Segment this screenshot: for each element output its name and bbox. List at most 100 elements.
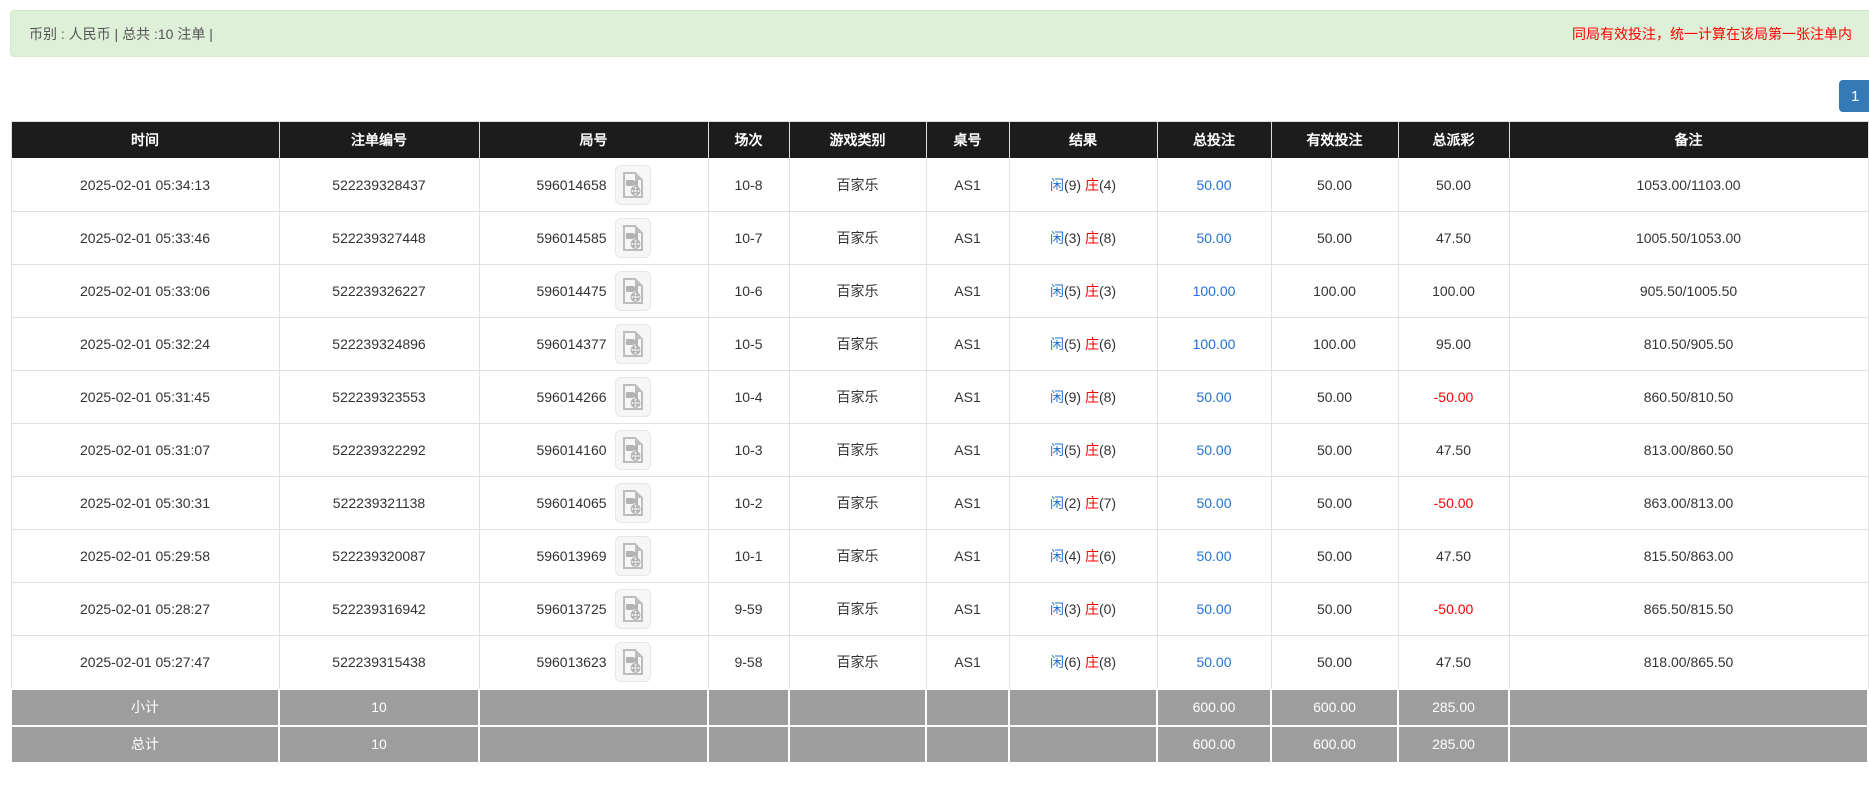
total-bet-amount[interactable]: 50.00	[1196, 495, 1231, 511]
pagination: 1	[1839, 80, 1869, 112]
empty-cell	[926, 689, 1009, 726]
total-bet-amount[interactable]: 50.00	[1196, 389, 1231, 405]
result-banker-label: 庄	[1085, 442, 1099, 458]
empty-cell	[1009, 726, 1157, 763]
bet-id-cell: 522239323553	[279, 371, 479, 424]
result-banker-score: (0)	[1099, 601, 1116, 617]
total-bet-amount[interactable]: 50.00	[1196, 177, 1231, 193]
payout-cell: 47.50	[1398, 636, 1509, 689]
result-cell: 闲(2) 庄(7)	[1009, 477, 1157, 530]
result-player-score: (3)	[1064, 601, 1085, 617]
round-id-group: 596014160	[536, 430, 650, 470]
video-icon	[621, 648, 645, 676]
bet-id-cell: 522239327448	[279, 212, 479, 265]
payout-cell: 47.50	[1398, 424, 1509, 477]
round-cell-4: 596014266	[479, 371, 708, 424]
round-cell-9: 596013623	[479, 636, 708, 689]
round-video-button[interactable]	[615, 642, 651, 682]
result-player-label: 闲	[1050, 336, 1064, 352]
column-header-5: 桌号	[926, 122, 1009, 159]
total-bet-amount[interactable]: 100.00	[1193, 336, 1236, 352]
game-type-cell: 百家乐	[789, 424, 926, 477]
total-bet-cell: 50.00	[1157, 212, 1271, 265]
column-header-6: 结果	[1009, 122, 1157, 159]
bet-id-cell: 522239324896	[279, 318, 479, 371]
game-type-cell: 百家乐	[789, 583, 926, 636]
round-id-group: 596013623	[536, 642, 650, 682]
session-cell: 10-2	[708, 477, 789, 530]
result-player-label: 闲	[1050, 442, 1064, 458]
result-player-label: 闲	[1050, 654, 1064, 670]
time-cell: 2025-02-01 05:33:46	[11, 212, 279, 265]
table-no-cell: AS1	[926, 424, 1009, 477]
grand-total-row: 总计10600.00600.00285.00	[11, 726, 1868, 763]
result-player-score: (2)	[1064, 495, 1085, 511]
bet-row: 2025-02-01 05:33:46522239327448596014585…	[11, 212, 1868, 265]
bet-row: 2025-02-01 05:34:13522239328437596014658…	[11, 159, 1868, 212]
valid-bet-cell: 50.00	[1271, 212, 1398, 265]
total-bet-amount[interactable]: 50.00	[1196, 442, 1231, 458]
round-video-button[interactable]	[615, 377, 651, 417]
valid-bet-sum-cell: 600.00	[1271, 689, 1398, 726]
round-video-button[interactable]	[615, 536, 651, 576]
total-bet-amount[interactable]: 50.00	[1196, 654, 1231, 670]
game-type-cell: 百家乐	[789, 477, 926, 530]
result-player-label: 闲	[1050, 495, 1064, 511]
result-banker-label: 庄	[1085, 548, 1099, 564]
round-video-button[interactable]	[615, 483, 651, 523]
total-bet-amount[interactable]: 50.00	[1196, 548, 1231, 564]
time-cell: 2025-02-01 05:28:27	[11, 583, 279, 636]
column-header-3: 场次	[708, 122, 789, 159]
round-video-button[interactable]	[615, 589, 651, 629]
remark-cell: 865.50/815.50	[1509, 583, 1868, 636]
payout-cell: 47.50	[1398, 212, 1509, 265]
empty-cell	[926, 726, 1009, 763]
round-cell-1: 596014585	[479, 212, 708, 265]
table-no-cell: AS1	[926, 265, 1009, 318]
payout-amount: 47.50	[1436, 548, 1471, 564]
session-cell: 10-4	[708, 371, 789, 424]
table-no-cell: AS1	[926, 318, 1009, 371]
time-cell: 2025-02-01 05:33:06	[11, 265, 279, 318]
result-banker-score: (3)	[1099, 283, 1116, 299]
page-button-1[interactable]: 1	[1839, 80, 1869, 112]
result-player-label: 闲	[1050, 230, 1064, 246]
payout-amount: 50.00	[1436, 177, 1471, 193]
empty-cell	[708, 689, 789, 726]
table-no-cell: AS1	[926, 477, 1009, 530]
round-video-button[interactable]	[615, 165, 651, 205]
video-icon	[621, 595, 645, 623]
round-video-button[interactable]	[615, 430, 651, 470]
result-player-score: (5)	[1064, 336, 1085, 352]
round-cell-5: 596014160	[479, 424, 708, 477]
video-icon	[621, 171, 645, 199]
empty-cell	[1509, 689, 1868, 726]
round-video-button[interactable]	[615, 218, 651, 258]
result-cell: 闲(3) 庄(8)	[1009, 212, 1157, 265]
result-banker-score: (8)	[1099, 654, 1116, 670]
total-bet-amount[interactable]: 100.00	[1193, 283, 1236, 299]
round-video-button[interactable]	[615, 324, 651, 364]
table-no-cell: AS1	[926, 371, 1009, 424]
time-cell: 2025-02-01 05:30:31	[11, 477, 279, 530]
total-bet-sum-cell: 600.00	[1157, 726, 1271, 763]
column-header-7: 总投注	[1157, 122, 1271, 159]
result-cell: 闲(5) 庄(8)	[1009, 424, 1157, 477]
total-bet-amount[interactable]: 50.00	[1196, 230, 1231, 246]
result-player-label: 闲	[1050, 283, 1064, 299]
video-icon	[621, 489, 645, 517]
column-header-2: 局号	[479, 122, 708, 159]
round-video-button[interactable]	[615, 271, 651, 311]
total-label-cell: 总计	[11, 726, 279, 763]
bet-id-cell: 522239326227	[279, 265, 479, 318]
total-bet-amount[interactable]: 50.00	[1196, 601, 1231, 617]
video-icon	[621, 436, 645, 464]
remark-cell: 1005.50/1053.00	[1509, 212, 1868, 265]
session-cell: 10-3	[708, 424, 789, 477]
total-bet-cell: 50.00	[1157, 424, 1271, 477]
payout-cell: 50.00	[1398, 159, 1509, 212]
session-cell: 10-1	[708, 530, 789, 583]
round-cell-2: 596014475	[479, 265, 708, 318]
result-banker-label: 庄	[1085, 336, 1099, 352]
payout-amount: 47.50	[1436, 230, 1471, 246]
